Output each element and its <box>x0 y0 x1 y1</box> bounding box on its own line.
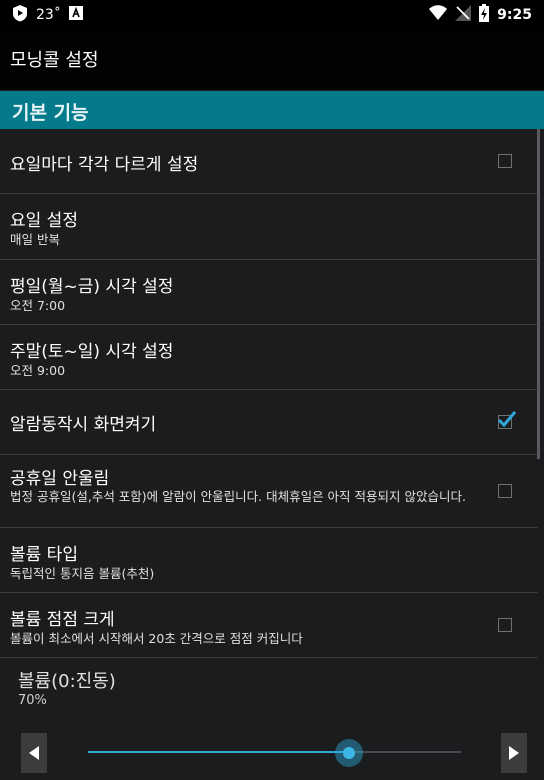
status-bar: 23˚ 9:25 <box>0 0 544 30</box>
page-title: 모닝콜 설정 <box>10 50 99 71</box>
setting-title: 요일마다 각각 다르게 설정 <box>10 155 199 175</box>
temperature: 23˚ <box>36 7 61 23</box>
volume-slider-thumb[interactable] <box>335 739 363 767</box>
setting-title: 요일 설정 <box>10 211 78 231</box>
different-per-day-checkbox[interactable] <box>498 154 512 168</box>
check-mark-icon <box>497 411 517 428</box>
scrollbar[interactable] <box>537 129 540 459</box>
category-header: 기본 기능 <box>0 91 544 129</box>
setting-title: 공휴일 안울림 <box>10 469 110 489</box>
triangle-left-icon <box>29 746 39 760</box>
play-shield-icon <box>12 4 28 26</box>
setting-title: 주말(토~일) 시각 설정 <box>10 342 174 362</box>
setting-summary: 법정 공휴일(설,추석 포함)에 알람이 안울립니다. 대체휴일은 아직 적용되… <box>10 489 466 504</box>
battery-charging-icon <box>479 4 490 26</box>
setting-weekend-time[interactable]: 주말(토~일) 시각 설정 오전 9:00 <box>0 325 538 390</box>
setting-holiday-silent[interactable]: 공휴일 안울림 법정 공휴일(설,추석 포함)에 알람이 안울립니다. 대체휴일… <box>0 455 538 528</box>
clock: 9:25 <box>497 7 532 23</box>
settings-list: 요일마다 각각 다르게 설정 요일 설정 매일 반복 평일(월~금) 시각 설정… <box>0 129 538 658</box>
action-bar: 모닝콜 설정 <box>0 30 544 90</box>
screen-on-checkbox[interactable] <box>497 411 517 429</box>
category-title: 기본 기능 <box>12 102 89 124</box>
setting-summary: 볼륨이 최소에서 시작해서 20초 간격으로 점점 커집니다 <box>10 631 303 646</box>
setting-weekday-time[interactable]: 평일(월~금) 시각 설정 오전 7:00 <box>0 260 538 325</box>
no-signal-icon <box>455 5 472 25</box>
wifi-icon <box>429 5 448 25</box>
setting-title: 볼륨 타입 <box>10 545 78 565</box>
volume-value: 70% <box>18 693 47 708</box>
setting-title: 알람동작시 화면켜기 <box>10 415 157 435</box>
holiday-silent-checkbox[interactable] <box>498 484 512 498</box>
setting-volume-type[interactable]: 볼륨 타입 독립적인 통지음 볼륨(추천) <box>0 528 538 593</box>
volume-decrease-button[interactable] <box>21 733 47 773</box>
setting-title: 평일(월~금) 시각 설정 <box>10 277 174 297</box>
setting-different-per-day[interactable]: 요일마다 각각 다르게 설정 <box>0 129 538 194</box>
volume-increase-button[interactable] <box>501 733 527 773</box>
setting-title: 볼륨 점점 크게 <box>10 610 115 630</box>
a-badge-icon <box>68 6 83 24</box>
volume-fade-in-checkbox[interactable] <box>498 618 512 632</box>
triangle-right-icon <box>509 746 519 760</box>
setting-screen-on[interactable]: 알람동작시 화면켜기 <box>0 390 538 455</box>
volume-title: 볼륨(0:진동) <box>18 671 116 692</box>
setting-volume-fade-in[interactable]: 볼륨 점점 크게 볼륨이 최소에서 시작해서 20초 간격으로 점점 커집니다 <box>0 593 538 658</box>
setting-summary: 매일 반복 <box>10 232 60 247</box>
volume-slider-track[interactable] <box>88 751 461 753</box>
volume-slider-fill <box>88 751 349 753</box>
setting-summary: 독립적인 통지음 볼륨(추천) <box>10 566 155 581</box>
setting-day-select[interactable]: 요일 설정 매일 반복 <box>0 194 538 260</box>
setting-summary: 오전 7:00 <box>10 298 66 313</box>
volume-slider-thumb-core <box>343 747 355 759</box>
setting-summary: 오전 9:00 <box>10 363 66 378</box>
